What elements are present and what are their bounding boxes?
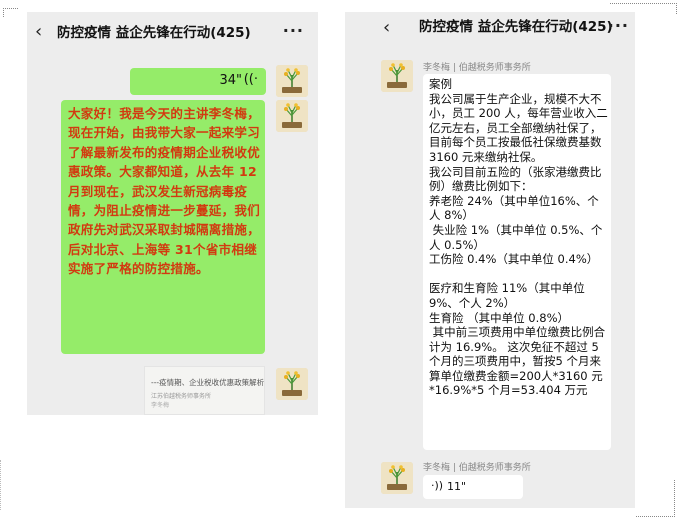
voice-message-bubble[interactable]: ·)) 11": [423, 475, 523, 499]
dotted-border-fragment: [3, 8, 18, 17]
dotted-border-fragment: [636, 480, 675, 517]
text-message-bubble[interactable]: 案例 我公司属于生产企业，规模不大不小，员工 200 人，每年营业收入二亿元左右…: [423, 74, 611, 450]
link-card-title: ---疫情期、企业税收优惠政策解析: [151, 378, 265, 387]
sender-name: 李冬梅 | 伯越税务师事务所: [423, 463, 531, 473]
back-icon[interactable]: ‹: [383, 18, 390, 38]
link-card-author: 李冬梅: [151, 402, 170, 409]
dotted-border-fragment: [0, 460, 9, 510]
avatar[interactable]: [276, 65, 308, 97]
more-icon[interactable]: ···: [608, 16, 629, 35]
voice-duration: 34": [219, 73, 242, 88]
chat-header: ‹ 防控疫情 益企先锋在行动(425) ···: [27, 12, 318, 52]
chat-title: 防控疫情 益企先锋在行动(425): [419, 19, 613, 35]
voice-message-bubble[interactable]: 34" ((·: [130, 68, 266, 95]
avatar[interactable]: [381, 60, 413, 92]
link-card-subtitle: 江苏伯越税务师事务所: [151, 393, 212, 400]
more-icon[interactable]: ···: [283, 21, 304, 40]
back-icon[interactable]: ‹: [35, 22, 42, 42]
chat-screenshot-left: ‹ 防控疫情 益企先锋在行动(425) ··· 34" ((· 大家好！我是今天…: [27, 12, 318, 415]
voice-duration: 11": [447, 480, 467, 493]
sound-wave-icon: ((·: [243, 72, 258, 87]
link-card[interactable]: ---疫情期、企业税收优惠政策解析 江苏伯越税务师事务所 李冬梅: [144, 366, 265, 415]
chat-title: 防控疫情 益企先锋在行动(425): [57, 25, 251, 41]
chat-header: ‹ 防控疫情 益企先锋在行动(425) ···: [345, 12, 635, 52]
chat-screenshot-right: ‹ 防控疫情 益企先锋在行动(425) ··· 李冬梅 | 伯越税务师事务所 案…: [345, 12, 635, 508]
message-text: 案例 我公司属于生产企业，规模不大不小，员工 200 人，每年营业收入二亿元左右…: [429, 77, 608, 398]
avatar[interactable]: [276, 368, 308, 400]
text-message-bubble[interactable]: 大家好！我是今天的主讲李冬梅，现在开始，由我带大家一起来学习了解最新发布的疫情期…: [61, 100, 265, 354]
avatar[interactable]: [276, 100, 308, 132]
avatar[interactable]: [381, 462, 413, 494]
message-text: 大家好！我是今天的主讲李冬梅，现在开始，由我带大家一起来学习了解最新发布的疫情期…: [68, 106, 261, 277]
sound-wave-icon: ·)): [431, 479, 444, 492]
sender-name: 李冬梅 | 伯越税务师事务所: [423, 63, 531, 73]
